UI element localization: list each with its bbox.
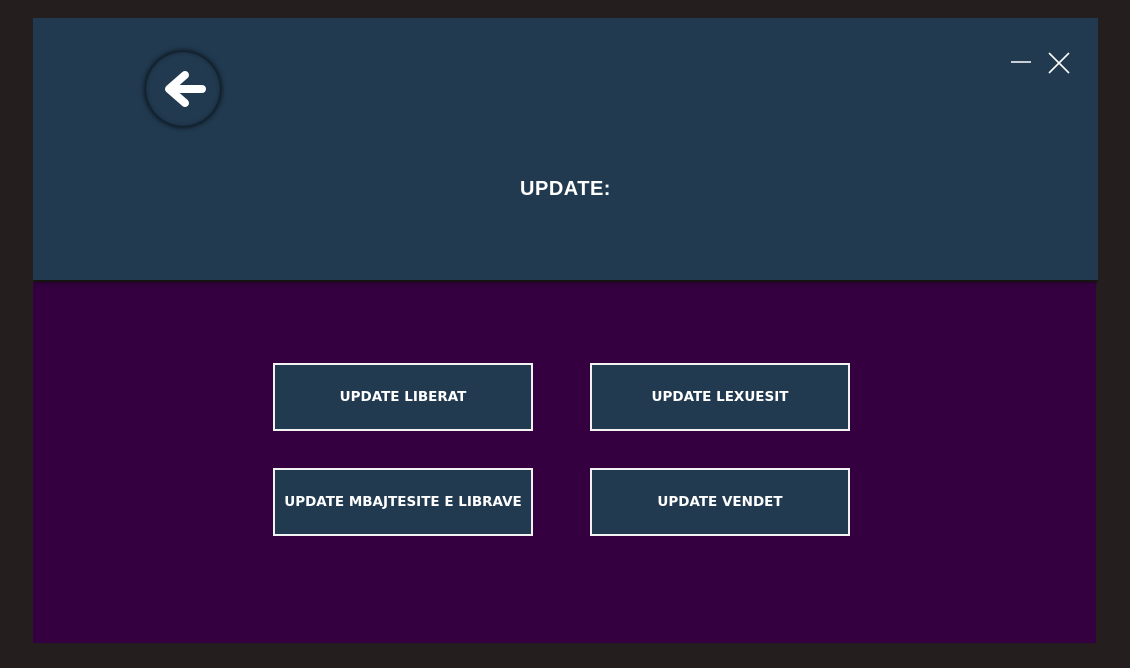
page-title: UPDATE: [520, 178, 611, 200]
minimize-icon [1011, 61, 1031, 63]
header-panel: UPDATE: [33, 18, 1098, 280]
content-panel: UPDATE LIBERAT UPDATE LEXUESIT UPDATE MB… [33, 282, 1096, 643]
update-lexuesit-button[interactable]: UPDATE LEXUESIT [590, 363, 850, 431]
back-button[interactable] [146, 52, 220, 126]
update-vendet-button[interactable]: UPDATE VENDET [590, 468, 850, 536]
close-button[interactable] [1045, 49, 1073, 77]
update-liberat-button[interactable]: UPDATE LIBERAT [273, 363, 533, 431]
update-mbajtesite-button[interactable]: UPDATE MBAJTESITE E LIBRAVE [273, 468, 533, 536]
close-icon [1048, 52, 1070, 74]
app-window: UPDATE: UPDATE LIBERAT UPDATE LEXUESIT U… [33, 18, 1098, 643]
back-arrow-icon [165, 71, 206, 107]
minimize-button[interactable] [1008, 51, 1034, 75]
